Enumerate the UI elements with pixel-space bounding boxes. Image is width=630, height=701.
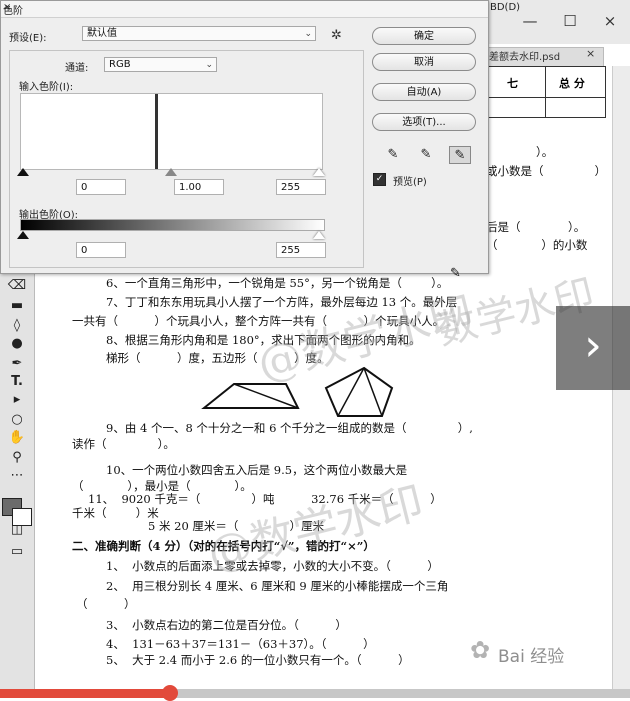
white-eyedropper-icon[interactable]: ✎ [449,146,471,164]
ellipse-icon[interactable]: ○ [6,412,28,428]
close-window-icon[interactable]: × [600,12,620,30]
next-slide-arrow[interactable]: › [556,306,630,390]
input-white-field[interactable]: 255 [276,179,326,195]
exam-line: （ ） [76,597,136,611]
close-icon[interactable]: × [3,2,11,13]
exam-line: 读作（ ）。 [72,437,175,451]
ok-button[interactable]: 确定 [372,27,476,45]
dodge-icon[interactable]: ● [6,336,28,352]
exam-line: 或小数是（ ） [486,164,607,178]
gradient-icon[interactable]: ▬ [6,298,28,314]
blur-icon[interactable]: ◊ [6,318,28,334]
dialog-title-bar[interactable]: 色阶 × [1,1,488,18]
exam-line: 10、一个两位小数四舍五入后是 9.5，这个两位小数最大是 [106,463,408,477]
baidu-logo-text: Bai 经验 [498,647,565,667]
preset-value: 默认值 [87,28,117,39]
exam-line: 5、 大于 2.4 而小于 2.6 的一位小数只有一个。（ ） [106,653,410,667]
trapezoid-figure [201,383,300,409]
exam-line: 4、 131－63＋37＝131－（63＋37）。（ ） [106,637,375,651]
chevron-down-icon: ⌄ [304,29,312,39]
output-black-slider[interactable] [17,231,29,239]
score-table-header-7: 七 [507,77,518,90]
output-gradient [20,219,325,231]
exam-line: 后是（ ）。 [486,220,586,234]
levels-dialog: 色阶 × 预设(E): 默认值 ⌄ ✲ 通道: RGB ⌄ 输入色阶(I): 0… [0,0,489,274]
screen-mode-icon[interactable]: ▭ [6,544,28,560]
channel-select[interactable]: RGB ⌄ [104,57,217,72]
histogram-bar [155,94,158,169]
tools-panel: ⌫ ▬ ◊ ● ✒ T. ▸ ○ ✋ ⚲ ⋯ ◫ ▭ [0,272,35,692]
gear-icon[interactable]: ✲ [331,28,342,43]
channel-label: 通道: [65,63,89,74]
exam-line: ）。 [536,145,554,159]
gray-eyedropper-icon[interactable]: ✎ [415,146,437,164]
output-white-slider[interactable] [313,231,325,239]
input-levels-label: 输入色阶(I): [19,82,74,93]
exam-line: 3、 小数点右边的第二位是百分位。（ ） [106,618,347,632]
zoom-icon[interactable]: ⚲ [6,450,28,466]
input-black-field[interactable]: 0 [76,179,126,195]
preset-select[interactable]: 默认值 ⌄ [82,26,316,41]
exam-line: 6、一个直角三角形中，一个锐角是 55°，另一个锐角是（ ）。 [106,276,449,290]
score-table-header-total: 总 分 [559,77,585,90]
minimize-icon[interactable]: — [520,12,540,30]
paw-icon: ✿ [470,636,491,664]
cancel-button[interactable]: 取消 [372,53,476,71]
exam-line: 2、 用三根分别长 4 厘米、6 厘米和 9 厘米的小棒能摆成一个三角 [106,579,449,593]
exam-line: 千米（ ）米 [72,506,159,520]
input-black-slider[interactable] [17,168,29,176]
progress-fill [0,689,171,698]
exam-line: （ ）的小数 [486,238,588,252]
exam-line: 9、由 4 个一、8 个十分之一和 6 个千分之一组成的数是（ ）, [106,421,473,435]
hand-icon[interactable]: ✋ [6,430,28,446]
score-table: 七 总 分 [484,66,606,118]
input-gamma-slider[interactable] [165,168,177,176]
maximize-icon[interactable]: ☐ [560,12,580,30]
preset-label: 预设(E): [9,33,47,44]
tab-close-icon[interactable]: × [586,47,595,60]
video-progress-bar[interactable] [0,685,630,701]
eyedropper-cursor-icon: ✎ [450,266,461,281]
progress-knob[interactable] [162,685,179,701]
menu-item-fragment[interactable]: BD(D) [490,2,520,13]
preview-label: 预览(P) [393,177,427,188]
channel-value: RGB [109,59,131,70]
background-color-swatch[interactable] [12,508,32,526]
input-white-slider[interactable] [313,168,325,176]
eraser-icon[interactable]: ⌫ [6,278,28,294]
baidu-jingyan-logo: ✿ Bai 经验 [470,632,620,672]
auto-button[interactable]: 自动(A) [372,83,476,101]
black-eyedropper-icon[interactable]: ✎ [382,146,404,164]
histogram [20,93,323,170]
output-white-field[interactable]: 255 [276,242,326,258]
preview-checkbox[interactable]: ✓ [373,173,386,186]
pentagon-figure [324,366,394,417]
input-gamma-field[interactable]: 1.00 [174,179,224,195]
options-button[interactable]: 选项(T)... [372,113,476,131]
chevron-down-icon: ⌄ [205,60,213,70]
text-tool-icon[interactable]: T. [6,374,28,390]
pen-icon[interactable]: ✒ [6,356,28,372]
path-select-icon[interactable]: ▸ [6,392,28,408]
more-icon[interactable]: ⋯ [6,468,28,484]
output-black-field[interactable]: 0 [76,242,126,258]
score-table-divider [545,67,546,117]
